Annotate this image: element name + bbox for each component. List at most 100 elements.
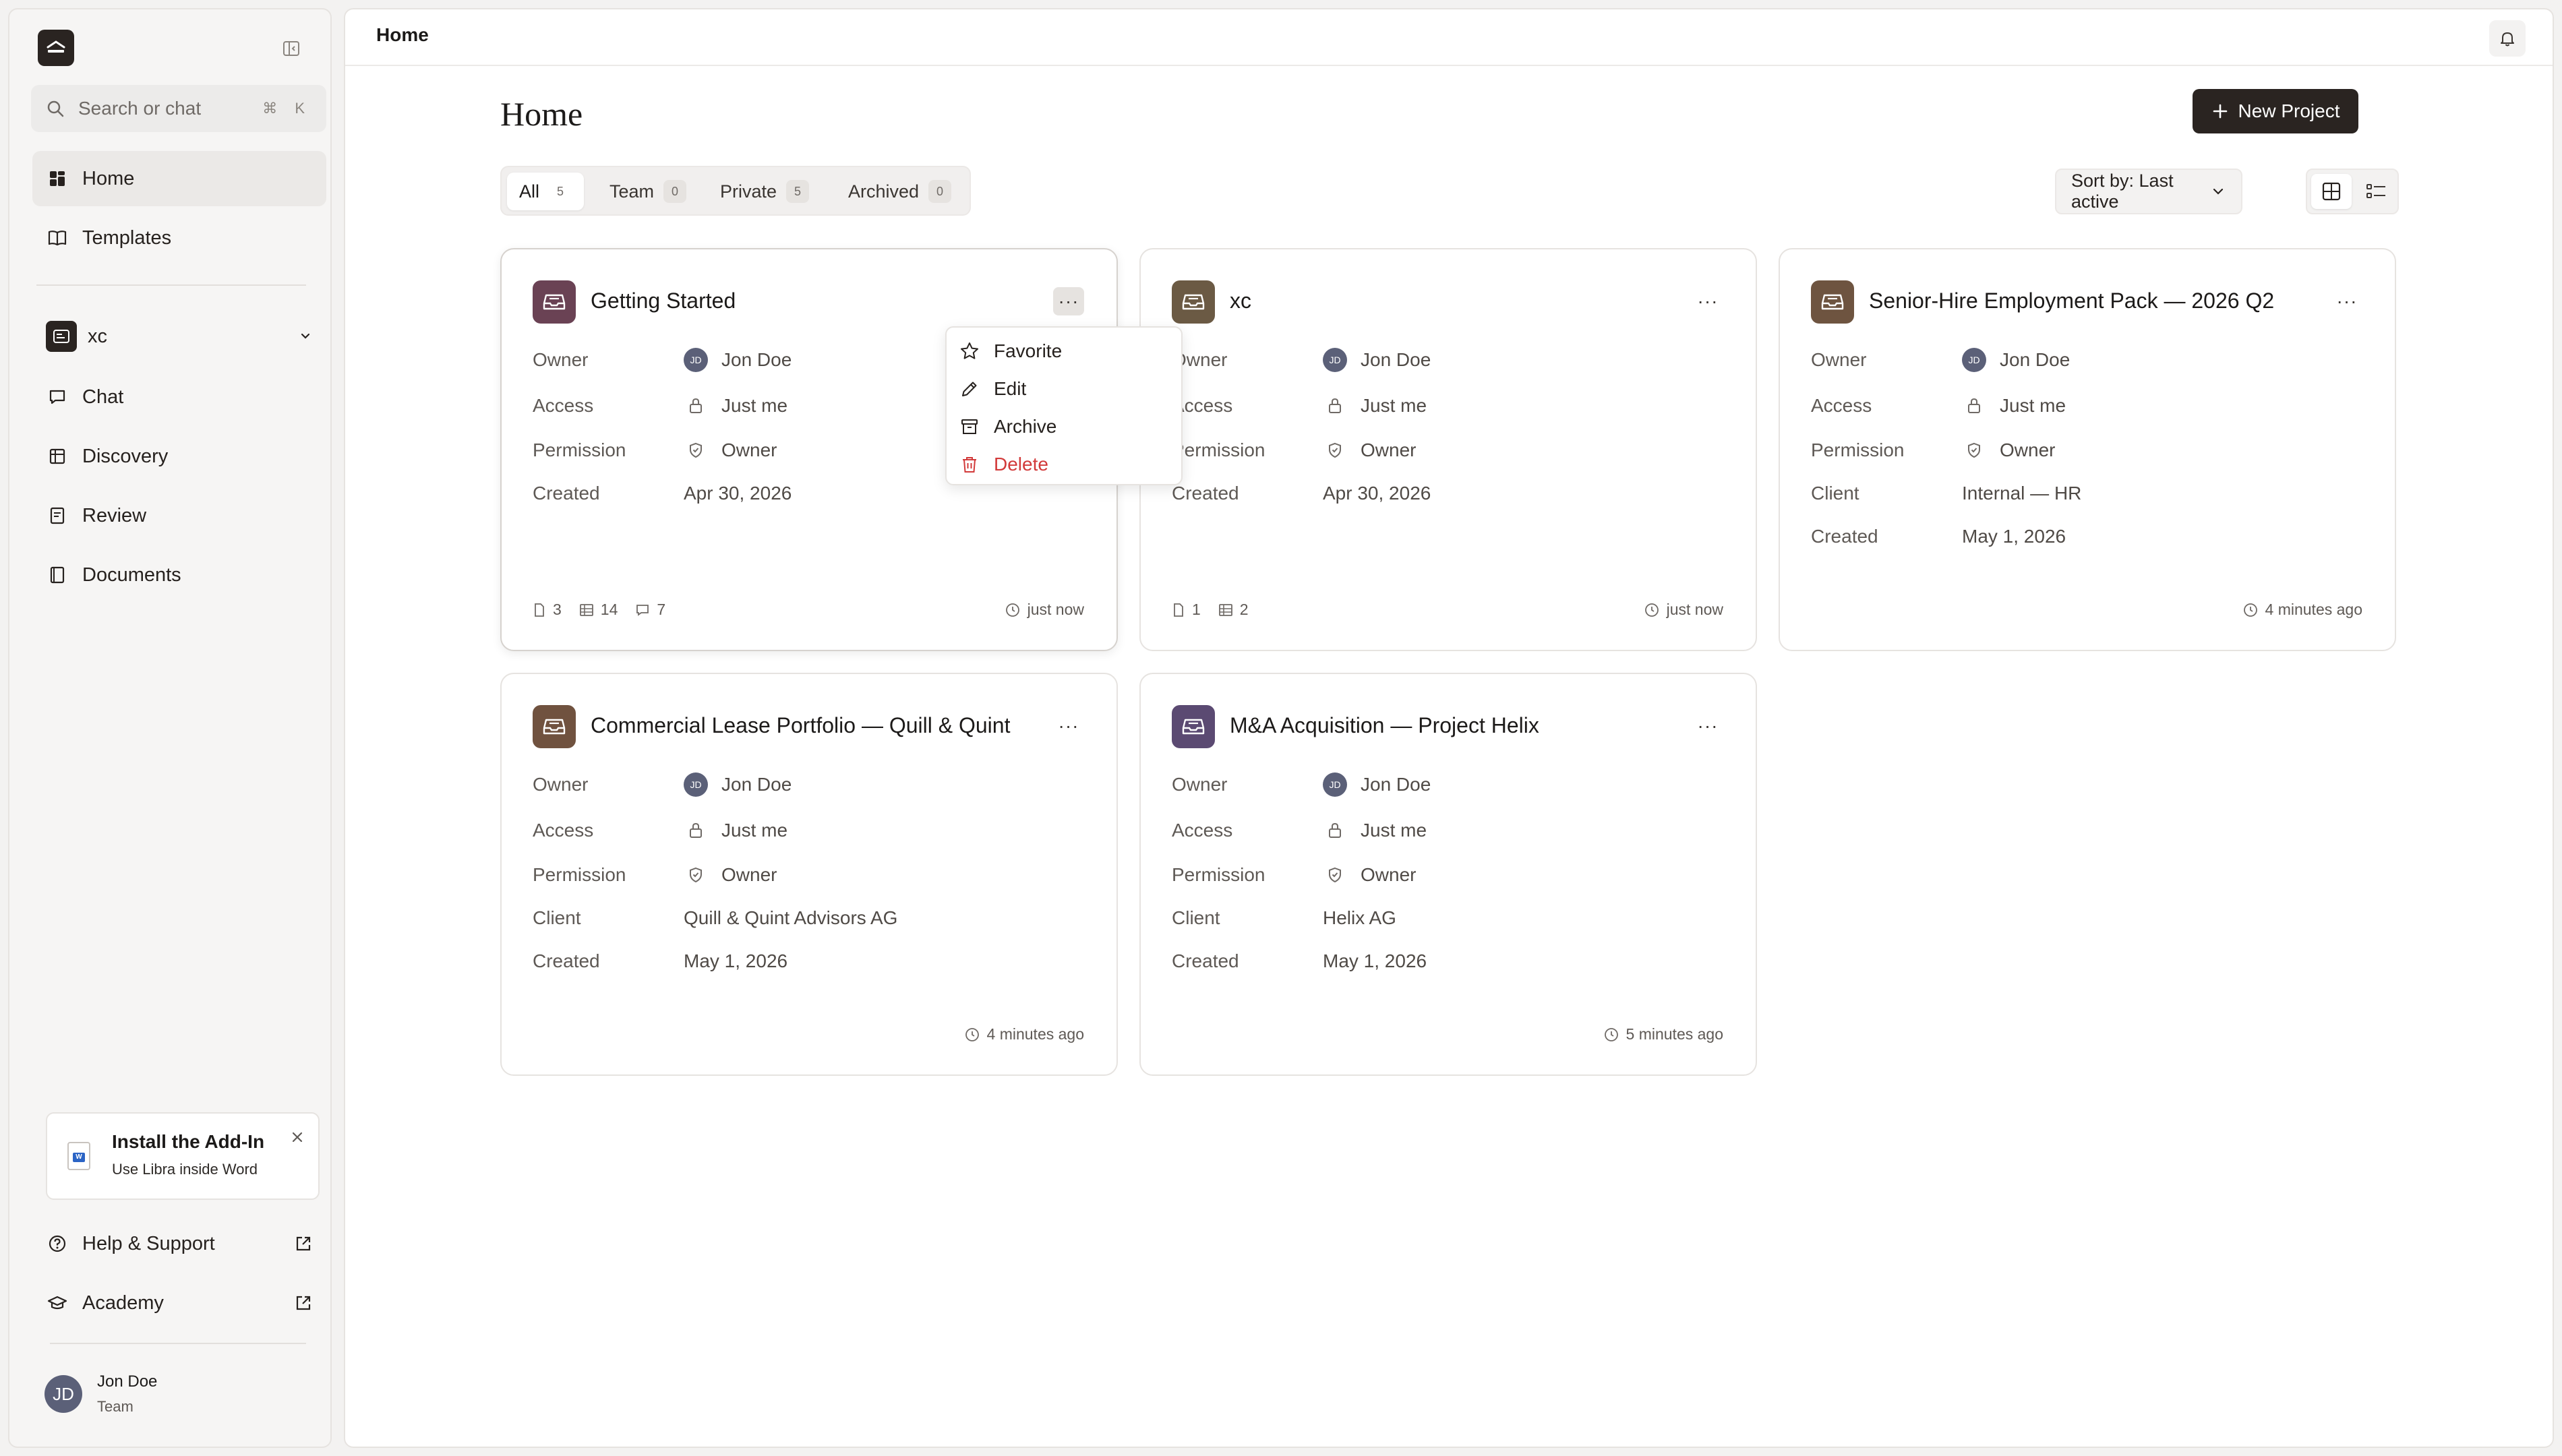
- project-title[interactable]: M&A Acquisition — Project Helix: [1230, 713, 1539, 738]
- project-title[interactable]: Senior-Hire Employment Pack — 2026 Q2: [1869, 289, 2274, 313]
- field-label: Access: [1811, 395, 1872, 416]
- workspace-selector[interactable]: xc: [32, 309, 326, 364]
- clock-icon: [965, 1027, 979, 1041]
- word-doc-icon: W: [67, 1142, 90, 1170]
- tab-all[interactable]: All 5: [507, 173, 585, 210]
- client-value: Quill & Quint Advisors AG: [684, 907, 898, 928]
- more-options-button[interactable]: ···: [1692, 287, 1723, 315]
- created-value: May 1, 2026: [1323, 950, 1427, 971]
- inbox-icon: [543, 294, 566, 310]
- tab-count: 0: [663, 180, 687, 203]
- sidebar-item-documents[interactable]: Documents: [32, 547, 326, 603]
- project-context-menu: Favorite Edit Archive Delete: [945, 326, 1183, 485]
- docs-count: 1: [1192, 601, 1201, 618]
- tab-private[interactable]: Private 5: [708, 173, 821, 210]
- external-link-icon: [294, 1234, 313, 1253]
- owner-name: Jon Doe: [2000, 349, 2071, 370]
- menu-item-edit[interactable]: Edit: [959, 373, 1026, 404]
- user-profile[interactable]: JD Jon Doe Team: [44, 1372, 157, 1416]
- search-icon: [47, 100, 64, 117]
- sidebar-item-review[interactable]: Review: [32, 488, 326, 543]
- inbox-icon: [1821, 294, 1844, 310]
- tab-team[interactable]: Team 0: [597, 173, 698, 210]
- menu-item-delete[interactable]: Delete: [959, 449, 1048, 480]
- breadcrumb[interactable]: Home: [376, 24, 429, 46]
- table-icon: [1218, 603, 1232, 616]
- tab-label: Team: [609, 181, 655, 202]
- list-view-button[interactable]: [2356, 174, 2396, 209]
- permission-value: Owner: [721, 439, 777, 460]
- more-options-button[interactable]: ···: [1692, 712, 1723, 740]
- addin-promo-card[interactable]: W Install the Add-In Use Libra inside Wo…: [46, 1112, 320, 1200]
- sidebar-item-chat[interactable]: Chat: [32, 369, 326, 425]
- more-options-button[interactable]: ···: [1053, 712, 1084, 740]
- grid-view-button[interactable]: [2311, 174, 2352, 209]
- access-value: Just me: [721, 395, 788, 416]
- owner-name: Jon Doe: [1361, 349, 1431, 370]
- project-card-commercial-lease[interactable]: Commercial Lease Portfolio — Quill & Qui…: [500, 673, 1118, 1076]
- app-logo[interactable]: [38, 30, 74, 66]
- chat-icon: [636, 604, 649, 616]
- field-label: Created: [1172, 950, 1239, 971]
- avatar: JD: [44, 1375, 82, 1413]
- tab-archived[interactable]: Archived 0: [836, 173, 963, 210]
- notifications-button[interactable]: [2489, 20, 2526, 57]
- last-active: just now: [1644, 601, 1723, 619]
- project-card-project-helix[interactable]: M&A Acquisition — Project Helix ··· Owne…: [1139, 673, 1757, 1076]
- more-options-button[interactable]: ···: [2331, 287, 2362, 315]
- sidebar-item-discovery[interactable]: Discovery: [32, 429, 326, 484]
- sidebar-item-templates[interactable]: Templates: [32, 210, 326, 266]
- close-icon[interactable]: [287, 1127, 307, 1147]
- table-icon: [46, 445, 69, 468]
- permission-value: Owner: [1361, 439, 1417, 460]
- inbox-icon: [543, 719, 566, 735]
- field-label: Client: [1172, 907, 1220, 928]
- permission-value: Owner: [721, 864, 777, 885]
- project-icon: [533, 280, 576, 324]
- tab-count: 5: [786, 180, 810, 203]
- grid-view-icon: [2322, 182, 2341, 201]
- last-active: 5 minutes ago: [1603, 1025, 1723, 1043]
- project-card-senior-hire[interactable]: Senior-Hire Employment Pack — 2026 Q2 ··…: [1779, 248, 2396, 651]
- clock-icon: [1604, 1027, 1618, 1041]
- sidebar-item-help-support[interactable]: Help & Support: [32, 1216, 326, 1271]
- more-options-button[interactable]: ···: [1053, 287, 1084, 315]
- new-project-button[interactable]: New Project: [2193, 89, 2358, 133]
- project-title[interactable]: xc: [1230, 289, 1251, 313]
- collapse-sidebar-button[interactable]: [279, 36, 303, 61]
- tab-label: Private: [720, 181, 777, 202]
- sidebar-item-home[interactable]: Home: [32, 151, 326, 206]
- project-stats: 3 14 7: [533, 601, 665, 619]
- external-link-icon: [294, 1294, 313, 1312]
- sidebar-item-academy[interactable]: Academy: [32, 1275, 326, 1331]
- list-view-icon: [2366, 184, 2385, 198]
- grid-icon: [46, 167, 69, 190]
- clock-icon: [1005, 603, 1019, 617]
- menu-item-archive[interactable]: Archive: [959, 411, 1056, 442]
- project-title[interactable]: Getting Started: [591, 289, 736, 313]
- sort-dropdown[interactable]: Sort by: Last active: [2055, 169, 2242, 214]
- owner-name: Jon Doe: [721, 349, 792, 370]
- archive-icon: [959, 416, 980, 437]
- field-label: Owner: [533, 774, 589, 795]
- search-input[interactable]: Search or chat ⌘ K: [31, 85, 326, 132]
- project-stats: 1 2: [1172, 601, 1249, 619]
- lock-icon: [1323, 818, 1347, 843]
- field-label: Access: [1172, 820, 1233, 841]
- owner-name: Jon Doe: [1361, 774, 1431, 795]
- owner-avatar: JD: [1323, 772, 1347, 797]
- field-label: Permission: [1172, 439, 1265, 460]
- help-icon: [46, 1232, 69, 1255]
- project-title[interactable]: Commercial Lease Portfolio — Quill & Qui…: [591, 713, 1010, 738]
- filter-tabs: All 5 Team 0 Private 5 Archived 0: [500, 166, 971, 216]
- field-label: Permission: [533, 864, 626, 885]
- menu-item-label: Edit: [994, 378, 1027, 399]
- menu-item-favorite[interactable]: Favorite: [959, 336, 1062, 367]
- project-card-xc[interactable]: xc ··· Owner JD Jon Doe Access Just me Perm…: [1139, 248, 1757, 651]
- workspace-icon: [46, 321, 77, 352]
- sidebar-divider: [36, 284, 306, 286]
- last-active: just now: [1005, 601, 1084, 619]
- sidebar-item-label: Discovery: [82, 445, 169, 467]
- lock-icon: [1323, 394, 1347, 418]
- field-label: Owner: [1172, 774, 1228, 795]
